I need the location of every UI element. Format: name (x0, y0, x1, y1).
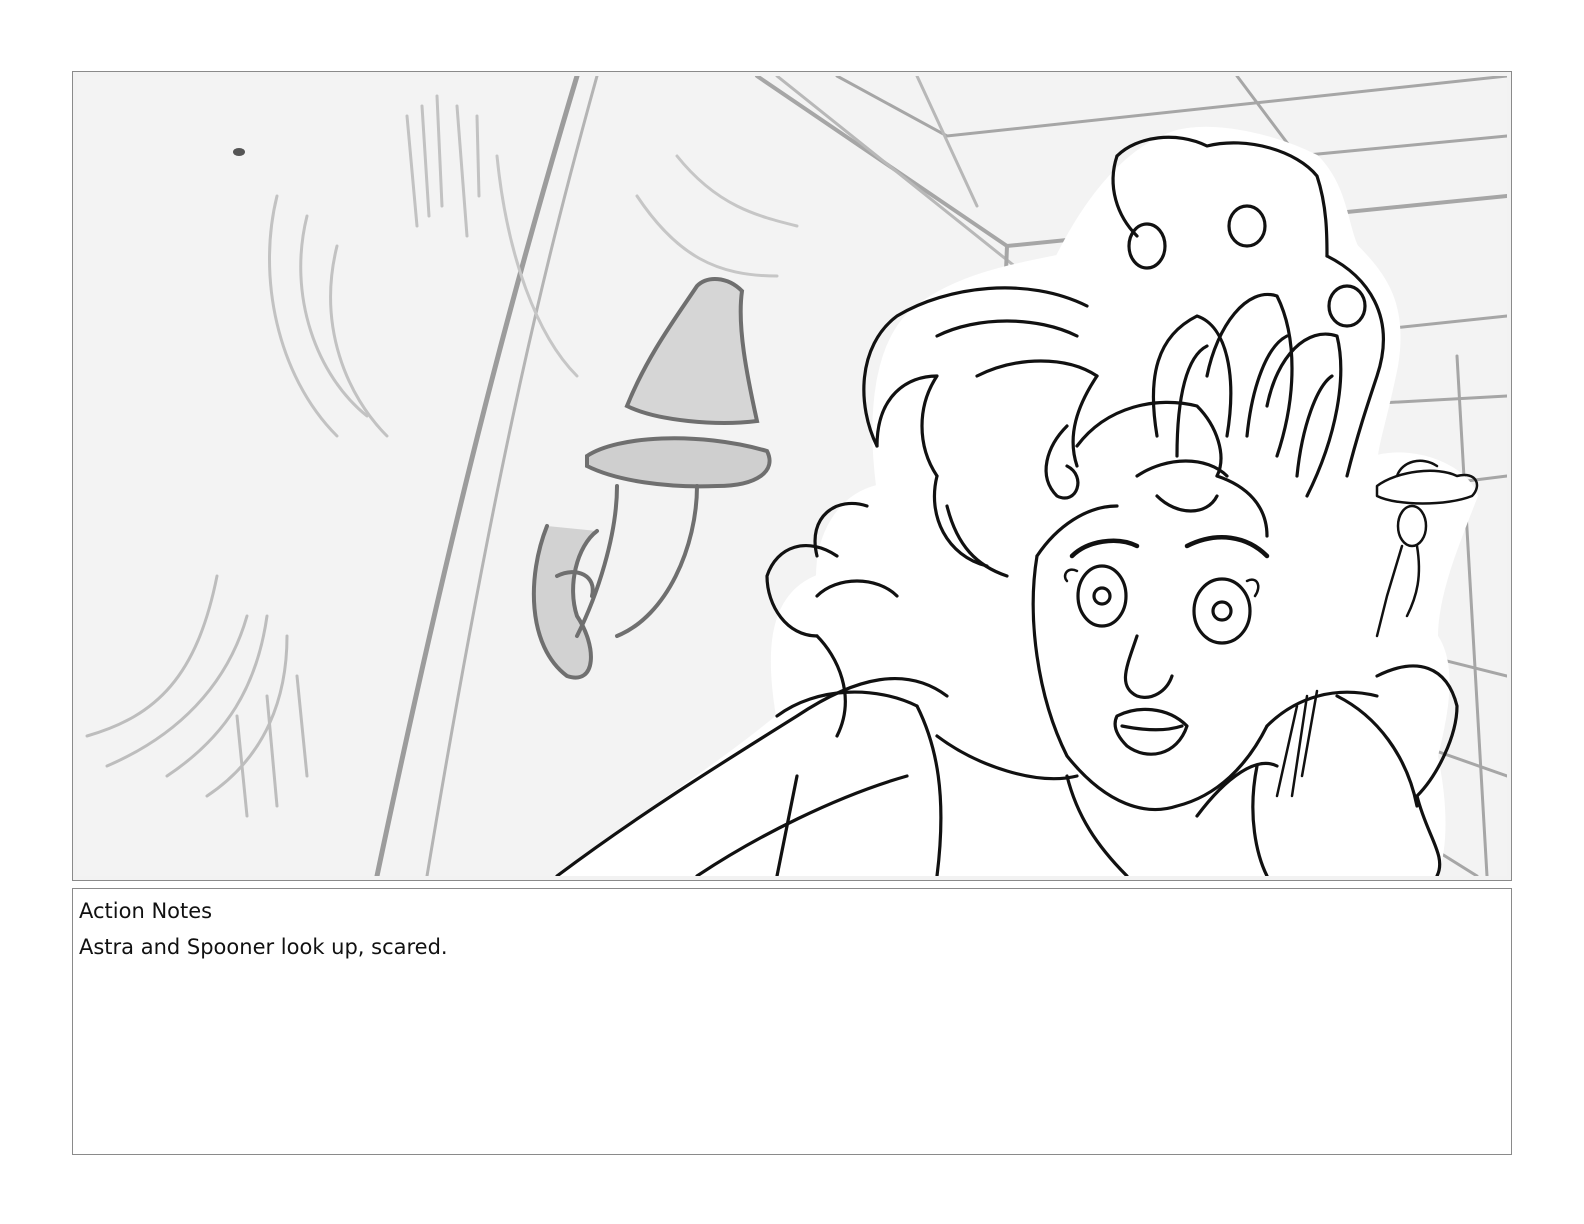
storyboard-drawing (77, 76, 1507, 876)
action-notes-box: Action Notes Astra and Spooner look up, … (72, 888, 1512, 1155)
storyboard-panel-frame (72, 71, 1512, 881)
storyboard-page: Action Notes Astra and Spooner look up, … (0, 0, 1584, 1224)
action-notes-label: Action Notes (79, 899, 213, 923)
action-notes-text: Astra and Spooner look up, scared. (79, 935, 448, 959)
